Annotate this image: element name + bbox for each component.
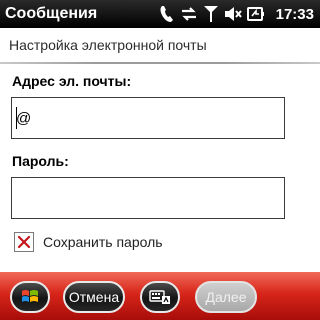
email-field[interactable]	[11, 97, 285, 139]
signal-icon[interactable]	[203, 5, 219, 23]
speaker-muted-icon[interactable]	[224, 5, 242, 23]
keyboard-icon	[149, 290, 170, 304]
keyboard-toggle-button[interactable]	[140, 281, 180, 313]
email-label: Адрес эл. почты:	[12, 73, 132, 89]
next-button[interactable]: Далее	[195, 281, 257, 313]
start-button[interactable]	[10, 281, 50, 313]
page-title: Настройка электронной почты	[9, 37, 207, 53]
cancel-button[interactable]: Отмена	[63, 281, 125, 313]
password-field[interactable]	[11, 177, 285, 219]
password-label: Пароль:	[12, 153, 69, 169]
phone-icon[interactable]	[159, 5, 175, 23]
status-icons: 17:33	[159, 5, 314, 23]
text-caret	[16, 107, 17, 129]
save-password-label: Сохранить пароль	[43, 234, 163, 250]
checkbox-x-mark-icon	[17, 235, 31, 249]
battery-charging-icon[interactable]	[246, 5, 265, 23]
save-password-option[interactable]: Сохранить пароль	[14, 232, 163, 252]
title-bar: Сообщения 17:33	[0, 0, 320, 28]
sync-icon[interactable]	[180, 5, 198, 23]
app-title[interactable]: Сообщения	[5, 5, 159, 23]
clock[interactable]: 17:33	[276, 6, 314, 23]
windows-flag-icon	[22, 290, 38, 302]
save-password-checkbox[interactable]	[14, 232, 34, 252]
header-divider	[0, 62, 320, 64]
